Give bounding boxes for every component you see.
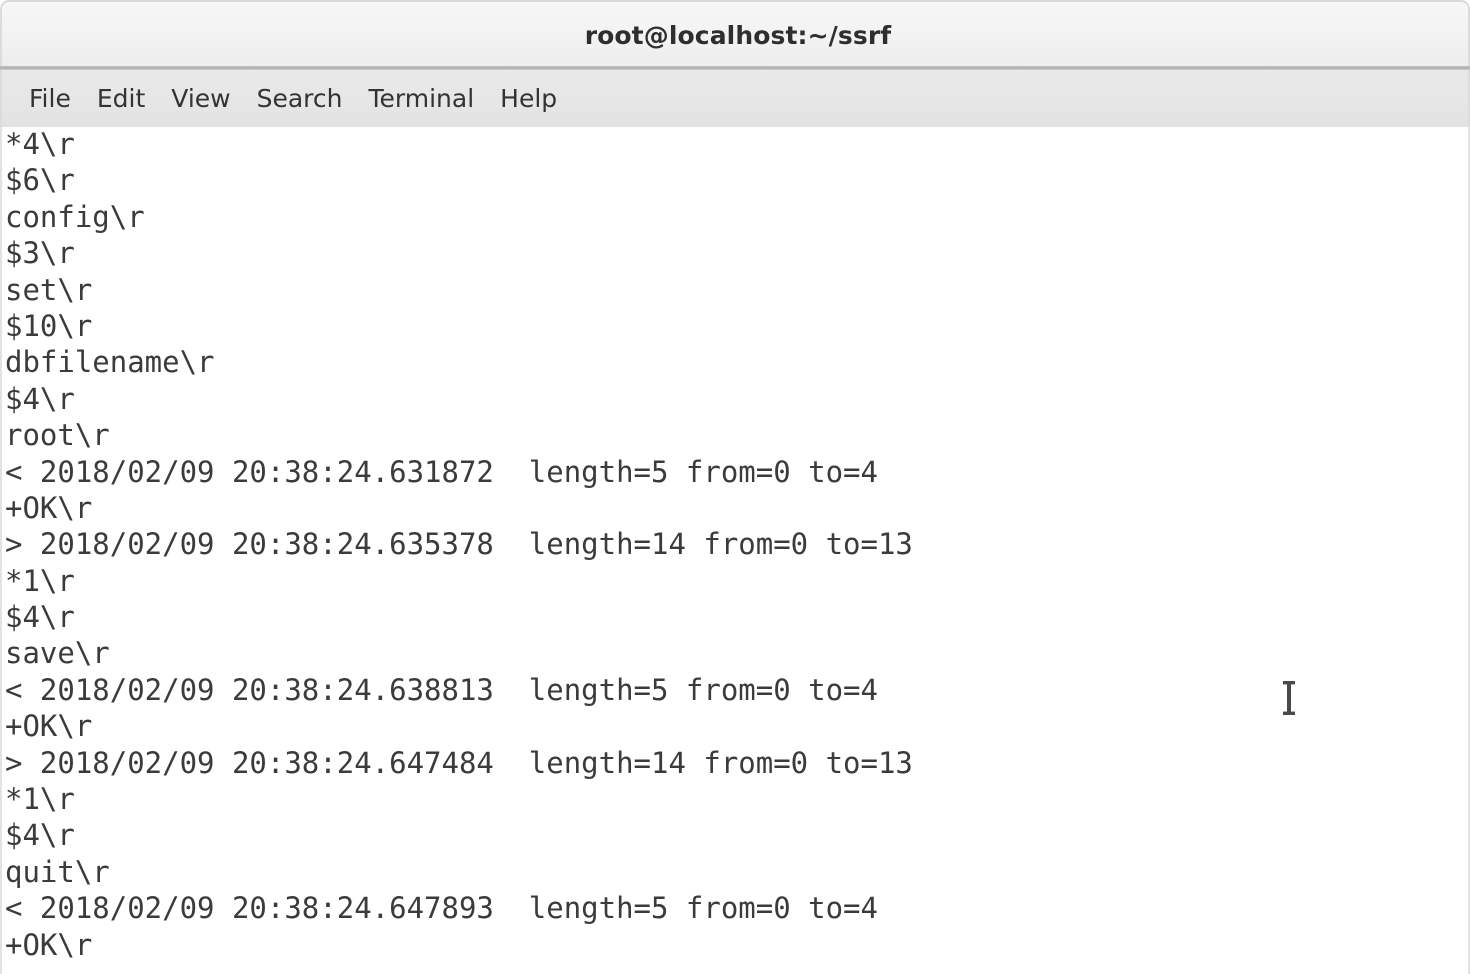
window-titlebar[interactable]: root@localhost:~/ssrf xyxy=(0,0,1470,68)
menu-item-help[interactable]: Help xyxy=(487,80,570,117)
terminal-line: $3\r xyxy=(5,236,75,271)
menu-item-view[interactable]: View xyxy=(158,80,243,117)
terminal-line: +OK\r xyxy=(5,927,93,962)
terminal-line: *1\r xyxy=(5,563,75,598)
terminal-line: save\r xyxy=(5,636,110,671)
menu-item-file[interactable]: File xyxy=(16,80,84,117)
terminal-line: $10\r xyxy=(5,308,93,343)
terminal-output-area[interactable]: *4\r $6\r config\r $3\r set\r $10\r dbfilename… xyxy=(0,127,1470,974)
terminal-line: quit\r xyxy=(5,854,110,889)
terminal-line: $6\r xyxy=(5,163,75,198)
menu-bar: File Edit View Search Terminal Help xyxy=(0,70,1470,127)
terminal-line: *1\r xyxy=(5,782,75,817)
terminal-line: < 2018/02/09 20:38:24.638813 length=5 fr… xyxy=(5,672,878,707)
terminal-line: *4\r xyxy=(5,127,75,161)
menu-item-terminal[interactable]: Terminal xyxy=(355,80,487,117)
terminal-line: set\r xyxy=(5,272,93,307)
terminal-line: > 2018/02/09 20:38:24.635378 length=14 f… xyxy=(5,527,913,562)
terminal-line: config\r xyxy=(5,199,145,234)
terminal-line: $4\r xyxy=(5,600,75,635)
terminal-line: +OK\r xyxy=(5,490,93,525)
menu-item-edit[interactable]: Edit xyxy=(84,80,158,117)
terminal-line: $4\r xyxy=(5,381,75,416)
terminal-line-list: *4\r $6\r config\r $3\r set\r $10\r dbfilename… xyxy=(5,127,1465,963)
terminal-line: dbfilename\r xyxy=(5,345,215,380)
terminal-line: > 2018/02/09 20:38:24.647484 length=14 f… xyxy=(5,745,913,780)
terminal-window: root@localhost:~/ssrf File Edit View Sea… xyxy=(0,0,1470,974)
terminal-line: root\r xyxy=(5,418,110,453)
terminal-line: +OK\r xyxy=(5,709,93,744)
menu-item-search[interactable]: Search xyxy=(244,80,356,117)
terminal-line: < 2018/02/09 20:38:24.647893 length=5 fr… xyxy=(5,891,878,926)
terminal-line: < 2018/02/09 20:38:24.631872 length=5 fr… xyxy=(5,454,878,489)
terminal-line: $4\r xyxy=(5,818,75,853)
window-title: root@localhost:~/ssrf xyxy=(584,20,892,50)
